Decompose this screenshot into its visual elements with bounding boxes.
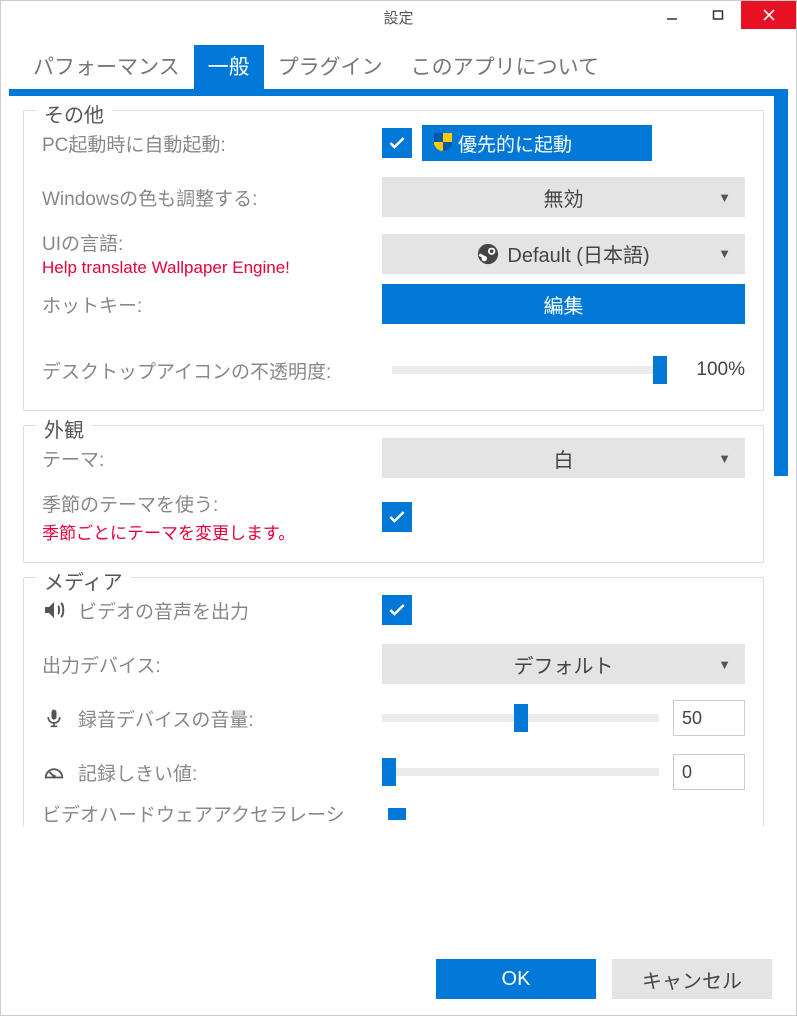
windows-color-value: 無効	[544, 183, 584, 212]
chevron-down-icon: ▼	[718, 451, 731, 466]
shield-icon	[434, 133, 452, 153]
section-appearance-legend: 外観	[36, 414, 92, 443]
chevron-down-icon: ▼	[718, 246, 731, 261]
hw-accel-checkbox-partial[interactable]	[388, 808, 406, 820]
ui-language-value: Default (日本語)	[507, 239, 649, 268]
output-device-value: デフォルト	[514, 650, 614, 679]
tab-general[interactable]: 一般	[194, 45, 264, 89]
content-area: その他 PC起動時に自動起動: 優先的に起動 Windowsの色も	[9, 96, 788, 941]
icon-opacity-label: デスクトップアイコンの不透明度:	[42, 357, 392, 384]
row-seasonal-theme: 季節のテーマを使う: 季節ごとにテーマを変更します。	[42, 490, 745, 544]
rec-volume-input[interactable]	[673, 700, 745, 736]
ok-button[interactable]: OK	[436, 959, 596, 999]
window-controls	[649, 1, 796, 29]
section-other: その他 PC起動時に自動起動: 優先的に起動 Windowsの色も	[23, 110, 764, 411]
icon-opacity-value: 100%	[681, 359, 745, 381]
autostart-label: PC起動時に自動起動:	[42, 130, 382, 157]
cancel-button[interactable]: キャンセル	[612, 959, 772, 999]
theme-label: テーマ:	[42, 445, 382, 472]
ui-language-select[interactable]: Default (日本語) ▼	[382, 234, 745, 274]
rec-threshold-label: 記録しきい値:	[78, 759, 197, 786]
footer: OK キャンセル	[1, 947, 796, 1015]
autostart-priority-button[interactable]: 優先的に起動	[422, 125, 652, 161]
section-media-legend: メディア	[36, 566, 131, 595]
slider-thumb[interactable]	[382, 758, 396, 786]
tab-underline	[9, 89, 788, 96]
seasonal-theme-checkbox[interactable]	[382, 502, 412, 532]
row-output-device: 出力デバイス: デフォルト ▼	[42, 642, 745, 686]
autostart-priority-label: 優先的に起動	[458, 130, 572, 157]
hotkey-edit-label: 編集	[544, 290, 584, 319]
section-appearance: 外観 テーマ: 白 ▼ 季節のテーマを使う: 季節ごとにテーマを変更します。	[23, 425, 764, 563]
tab-about[interactable]: このアプリについて	[397, 45, 613, 89]
slider-thumb[interactable]	[514, 704, 528, 732]
theme-select[interactable]: 白 ▼	[382, 438, 745, 478]
output-device-select[interactable]: デフォルト ▼	[382, 644, 745, 684]
hotkey-edit-button[interactable]: 編集	[382, 284, 745, 324]
slider-thumb[interactable]	[653, 356, 667, 384]
scrollbar[interactable]	[774, 96, 788, 941]
row-theme: テーマ: 白 ▼	[42, 436, 745, 480]
ui-language-help-link[interactable]: Help translate Wallpaper Engine!	[42, 258, 382, 278]
row-ui-language: UIの言語: Help translate Wallpaper Engine! …	[42, 229, 745, 278]
ok-label: OK	[502, 968, 531, 991]
rec-threshold-slider[interactable]	[382, 768, 659, 776]
row-rec-threshold: 記録しきい値:	[42, 750, 745, 794]
chevron-down-icon: ▼	[718, 657, 731, 672]
theme-value: 白	[554, 444, 574, 473]
titlebar: 設定	[1, 1, 796, 33]
speaker-icon	[42, 598, 66, 622]
tabs: パフォーマンス 一般 プラグイン このアプリについて	[1, 33, 796, 89]
close-button[interactable]	[741, 1, 796, 29]
row-icon-opacity: デスクトップアイコンの不透明度: 100%	[42, 348, 745, 392]
output-device-label: 出力デバイス:	[42, 651, 382, 678]
gauge-icon	[42, 760, 66, 784]
section-other-legend: その他	[36, 99, 112, 128]
video-audio-checkbox[interactable]	[382, 595, 412, 625]
maximize-button[interactable]	[695, 1, 741, 29]
section-media: メディア ビデオの音声を出力 出力デバイス:	[23, 577, 764, 827]
rec-threshold-input[interactable]	[673, 754, 745, 790]
video-audio-label: ビデオの音声を出力	[78, 597, 249, 624]
microphone-icon	[42, 706, 66, 730]
icon-opacity-slider[interactable]	[392, 366, 667, 374]
seasonal-theme-label: 季節のテーマを使う:	[42, 490, 382, 517]
row-hotkey: ホットキー: 編集	[42, 282, 745, 326]
tab-performance[interactable]: パフォーマンス	[19, 45, 194, 89]
seasonal-theme-help: 季節ごとにテーマを変更します。	[42, 519, 382, 544]
row-video-audio: ビデオの音声を出力	[42, 588, 745, 632]
rec-volume-slider[interactable]	[382, 714, 659, 722]
cancel-label: キャンセル	[642, 965, 742, 994]
settings-window: 設定 パフォーマンス 一般 プラグイン このアプリについて その他 PC起動時に	[0, 0, 797, 1016]
chevron-down-icon: ▼	[718, 190, 731, 205]
ui-language-label: UIの言語:	[42, 229, 382, 256]
row-hw-accel: ビデオハードウェアアクセラレーシ	[42, 800, 745, 827]
minimize-button[interactable]	[649, 1, 695, 29]
hw-accel-label: ビデオハードウェアアクセラレーシ	[42, 800, 382, 827]
row-autostart: PC起動時に自動起動: 優先的に起動	[42, 121, 745, 165]
autostart-checkbox[interactable]	[382, 128, 412, 158]
windows-color-label: Windowsの色も調整する:	[42, 184, 382, 211]
windows-color-select[interactable]: 無効 ▼	[382, 177, 745, 217]
row-rec-volume: 録音デバイスの音量:	[42, 696, 745, 740]
scroll-content: その他 PC起動時に自動起動: 優先的に起動 Windowsの色も	[9, 96, 788, 941]
hotkey-label: ホットキー:	[42, 291, 382, 318]
scrollbar-thumb[interactable]	[774, 96, 788, 476]
rec-volume-label: 録音デバイスの音量:	[78, 705, 254, 732]
tab-plugins[interactable]: プラグイン	[264, 45, 397, 89]
steam-icon	[477, 243, 499, 265]
row-windows-color: Windowsの色も調整する: 無効 ▼	[42, 175, 745, 219]
